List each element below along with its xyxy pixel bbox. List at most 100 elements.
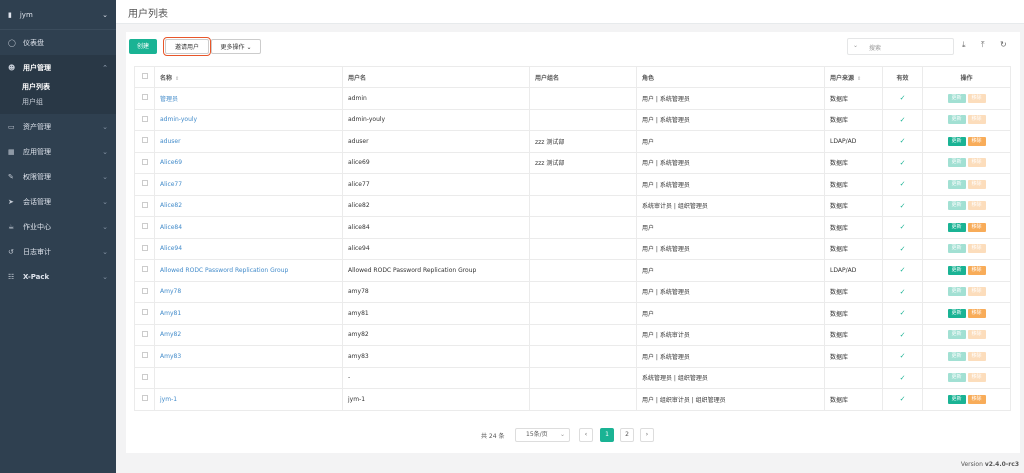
user-name-link[interactable]: Alice69 xyxy=(154,151,343,174)
user-name-link[interactable]: Amy82 xyxy=(154,323,343,346)
row-checkbox[interactable] xyxy=(134,280,155,303)
row-checkbox[interactable] xyxy=(134,194,155,217)
user-name-link[interactable]: Alice82 xyxy=(154,194,343,217)
sidebar-sub-user-group[interactable]: 用户组 xyxy=(0,95,116,110)
remove-button[interactable]: 移除 xyxy=(967,330,986,340)
user-name-link[interactable]: Alice77 xyxy=(154,173,343,196)
sidebar-item-perms[interactable]: ✎ 权限管理 ⌄ xyxy=(0,164,116,189)
column-actions: 操作 xyxy=(922,66,1011,88)
remove-button[interactable]: 移除 xyxy=(967,93,986,103)
update-button[interactable]: 更新 xyxy=(947,265,966,275)
role-cell: 用户 | 组织审计员 | 组织管理员 xyxy=(636,388,825,411)
group-cell xyxy=(529,323,637,346)
invite-user-button[interactable]: 邀请用户 xyxy=(163,37,211,56)
update-button[interactable]: 更新 xyxy=(947,308,966,318)
user-name-link[interactable]: Amy83 xyxy=(154,345,343,368)
sidebar-item-audits[interactable]: ↺ 日志审计 ⌄ xyxy=(0,239,116,264)
row-checkbox[interactable] xyxy=(134,366,155,389)
refresh-icon[interactable]: ↻ xyxy=(1000,40,1007,49)
source-cell: 数据库 xyxy=(824,216,883,239)
row-checkbox[interactable] xyxy=(134,259,155,282)
remove-button[interactable]: 移除 xyxy=(967,222,986,232)
update-button[interactable]: 更新 xyxy=(947,287,966,297)
sidebar-item-users[interactable]: ☻ 用户管理 ⌃ xyxy=(0,55,116,80)
username-cell: jym-1 xyxy=(342,388,530,411)
org-selector[interactable]: ▮ jym ⌄ xyxy=(0,0,116,30)
row-checkbox[interactable] xyxy=(134,216,155,239)
remove-button[interactable]: 移除 xyxy=(967,201,986,211)
table-row: Alice84 alice84 用户 数据库 ✓ 更新 移除 xyxy=(134,216,1011,239)
select-all-checkbox[interactable] xyxy=(134,66,155,88)
update-button[interactable]: 更新 xyxy=(947,351,966,361)
sidebar-sub-user-list[interactable]: 用户列表 xyxy=(0,80,116,95)
remove-button[interactable]: 移除 xyxy=(967,244,986,254)
page-1-button[interactable]: 1 xyxy=(600,428,614,442)
update-button[interactable]: 更新 xyxy=(947,158,966,168)
update-button[interactable]: 更新 xyxy=(947,244,966,254)
remove-button[interactable]: 移除 xyxy=(967,179,986,189)
row-checkbox[interactable] xyxy=(134,237,155,260)
update-button[interactable]: 更新 xyxy=(947,373,966,383)
row-checkbox[interactable] xyxy=(134,173,155,196)
row-checkbox[interactable] xyxy=(134,388,155,411)
username-cell: amy81 xyxy=(342,302,530,325)
column-name[interactable]: 名称 ⇕ xyxy=(154,66,343,88)
user-name-link[interactable]: Amy81 xyxy=(154,302,343,325)
sidebar-item-assets[interactable]: ▭ 资产管理 ⌄ xyxy=(0,114,116,139)
user-name-link[interactable] xyxy=(154,366,343,389)
update-button[interactable]: 更新 xyxy=(947,394,966,404)
sidebar-item-jobs[interactable]: ☕ 作业中心 ⌄ xyxy=(0,214,116,239)
remove-button[interactable]: 移除 xyxy=(967,394,986,404)
update-button[interactable]: 更新 xyxy=(947,330,966,340)
update-button[interactable]: 更新 xyxy=(947,136,966,146)
row-checkbox[interactable] xyxy=(134,87,155,110)
remove-button[interactable]: 移除 xyxy=(967,115,986,125)
remove-button[interactable]: 移除 xyxy=(967,308,986,318)
user-name-link[interactable]: jym-1 xyxy=(154,388,343,411)
update-button[interactable]: 更新 xyxy=(947,115,966,125)
row-checkbox[interactable] xyxy=(134,345,155,368)
chevron-down-icon: ⌄ xyxy=(102,197,108,206)
update-button[interactable]: 更新 xyxy=(947,179,966,189)
valid-cell: ✓ xyxy=(882,388,923,411)
update-button[interactable]: 更新 xyxy=(947,201,966,211)
user-name-link[interactable]: Allowed RODC Password Replication Group xyxy=(154,259,343,282)
create-button[interactable]: 创建 xyxy=(129,39,157,54)
column-source[interactable]: 用户来源 ⇕ xyxy=(824,66,883,88)
user-name-link[interactable]: Alice84 xyxy=(154,216,343,239)
row-checkbox[interactable] xyxy=(134,323,155,346)
chevron-down-icon: ⌄ xyxy=(102,10,108,19)
sidebar-item-apps[interactable]: ▦ 应用管理 ⌄ xyxy=(0,139,116,164)
row-checkbox[interactable] xyxy=(134,130,155,153)
remove-button[interactable]: 移除 xyxy=(967,287,986,297)
next-page-button[interactable]: › xyxy=(640,428,654,442)
search-input[interactable]: ⌄ 搜索 xyxy=(847,38,954,55)
user-name-link[interactable]: Amy78 xyxy=(154,280,343,303)
user-name-link[interactable]: 管理员 xyxy=(154,87,343,110)
upload-icon[interactable]: ⤒ xyxy=(981,40,985,50)
user-name-link[interactable]: admin-youly xyxy=(154,108,343,131)
more-actions-dropdown[interactable]: 更多操作 ⌄ xyxy=(211,39,261,54)
check-icon: ✓ xyxy=(899,223,906,232)
sidebar-item-label: 仪表盘 xyxy=(23,38,44,47)
sidebar-item-xpack[interactable]: ☷ X-Pack ⌄ xyxy=(0,264,116,289)
user-name-link[interactable]: Alice94 xyxy=(154,237,343,260)
sidebar-item-sessions[interactable]: ➤ 会话管理 ⌄ xyxy=(0,189,116,214)
remove-button[interactable]: 移除 xyxy=(967,136,986,146)
update-button[interactable]: 更新 xyxy=(947,222,966,232)
group-cell xyxy=(529,194,637,217)
row-checkbox[interactable] xyxy=(134,108,155,131)
row-checkbox[interactable] xyxy=(134,302,155,325)
remove-button[interactable]: 移除 xyxy=(967,351,986,361)
user-name-link[interactable]: aduser xyxy=(154,130,343,153)
remove-button[interactable]: 移除 xyxy=(967,373,986,383)
page-size-select[interactable]: 15条/页 ⌄ xyxy=(515,428,570,442)
row-checkbox[interactable] xyxy=(134,151,155,174)
download-icon[interactable]: ⤓ xyxy=(962,40,966,50)
update-button[interactable]: 更新 xyxy=(947,93,966,103)
sidebar-item-dashboard[interactable]: ◯ 仪表盘 xyxy=(0,30,116,55)
remove-button[interactable]: 移除 xyxy=(967,265,986,275)
prev-page-button[interactable]: ‹ xyxy=(579,428,593,442)
page-2-button[interactable]: 2 xyxy=(620,428,634,442)
remove-button[interactable]: 移除 xyxy=(967,158,986,168)
